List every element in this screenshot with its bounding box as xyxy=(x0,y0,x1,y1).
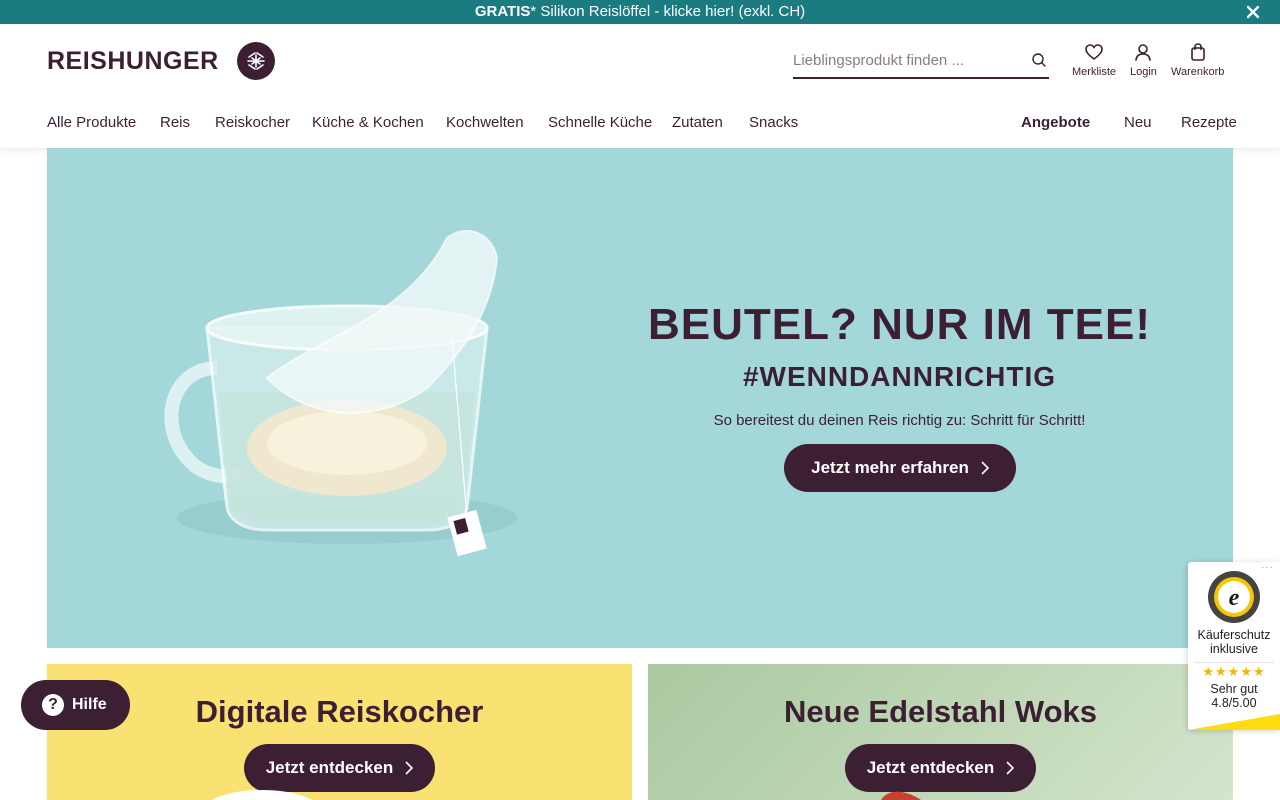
nav-item-recipes[interactable]: Rezepte xyxy=(1181,114,1237,131)
nav-item-cooking-worlds[interactable]: Kochwelten xyxy=(446,114,524,131)
nav-item-ingredients[interactable]: Zutaten xyxy=(672,114,723,131)
trusted-shops-badge[interactable]: ··· e Käuferschutz inklusive ★★★★★ Sehr … xyxy=(1188,562,1280,730)
svg-text:e: e xyxy=(1229,585,1240,611)
hero-subtitle: So bereitest du deinen Reis richtig zu: … xyxy=(713,412,1086,429)
help-label: Hilfe xyxy=(72,696,107,713)
discover-button[interactable]: Jetzt entdecken xyxy=(845,744,1036,792)
cart-button[interactable]: Warenkorb xyxy=(1171,42,1224,78)
nav-item-kitchen-cooking[interactable]: Küche & Kochen xyxy=(312,114,424,131)
chevron-right-icon xyxy=(405,761,414,775)
nav-item-snacks[interactable]: Snacks xyxy=(749,114,798,131)
hero-hashtag: #WENNDANNRICHTIG xyxy=(742,361,1057,392)
user-icon xyxy=(1135,44,1152,61)
more-options-icon[interactable]: ··· xyxy=(1261,562,1274,573)
wishlist-button[interactable]: Merkliste xyxy=(1072,42,1116,78)
card-title: Neue Edelstahl Woks xyxy=(784,694,1097,729)
hero-banner[interactable]: BEUTEL? NUR IM TEE! #WENNDANNRICHTIG So … xyxy=(47,148,1233,648)
nav-item-all-products[interactable]: Alle Produkte xyxy=(47,114,136,131)
login-label: Login xyxy=(1130,66,1157,78)
card-title: Digitale Reiskocher xyxy=(195,694,484,729)
discover-label: Jetzt entdecken xyxy=(866,758,995,777)
logo-text: REISHUNGER xyxy=(47,46,219,75)
promo-card-woks[interactable]: Neue Edelstahl Woks Jetzt entdecken xyxy=(648,664,1233,800)
glass-cup-rice-bag-image xyxy=(164,229,517,557)
nav-item-new[interactable]: Neu xyxy=(1124,114,1152,131)
login-button[interactable]: Login xyxy=(1130,42,1157,78)
rating-score: 4.8/5.00 xyxy=(1211,696,1257,710)
learn-more-button[interactable]: Jetzt mehr erfahren xyxy=(784,444,1016,492)
cart-label: Warenkorb xyxy=(1171,66,1225,78)
learn-more-label: Jetzt mehr erfahren xyxy=(811,458,969,477)
nav-item-offers[interactable]: Angebote xyxy=(1021,114,1090,131)
rating-grade: Sehr gut xyxy=(1210,682,1258,696)
logo-badge-icon xyxy=(236,42,275,80)
heart-icon xyxy=(1085,44,1103,60)
hero-title: BEUTEL? NUR IM TEE! xyxy=(648,300,1151,349)
brand-logo[interactable]: REISHUNGER xyxy=(47,42,275,80)
buyer-protection-line1: Käuferschutz xyxy=(1197,628,1271,642)
chili-image xyxy=(881,791,921,800)
star-rating-icon: ★★★★★ xyxy=(1202,664,1266,679)
search-bar xyxy=(793,44,1049,79)
question-icon: ? xyxy=(42,694,64,716)
search-input[interactable] xyxy=(793,52,1013,69)
rice-cooker-image xyxy=(211,790,313,800)
chevron-right-icon xyxy=(1006,761,1015,775)
trusted-shops-seal-icon: e xyxy=(1208,571,1260,623)
discover-label: Jetzt entdecken xyxy=(265,758,394,777)
nav-item-rice[interactable]: Reis xyxy=(160,114,190,131)
divider xyxy=(1194,662,1274,663)
search-icon[interactable] xyxy=(1031,52,1047,68)
promo-bold: GRATIS xyxy=(474,3,531,20)
promo-text: * Silikon Reislöffel - klicke hier! (exk… xyxy=(530,3,806,20)
promo-card-rice-cookers[interactable]: Digitale Reiskocher Jetzt entdecken xyxy=(47,664,632,800)
main-navigation: Alle Produkte Reis Reiskocher Küche & Ko… xyxy=(0,100,1280,148)
close-icon[interactable] xyxy=(1244,3,1262,21)
promo-bar[interactable]: GRATIS* Silikon Reislöffel - klicke hier… xyxy=(0,0,1280,24)
bag-icon xyxy=(1190,43,1205,61)
wishlist-label: Merkliste xyxy=(1072,66,1117,78)
nav-item-quick-kitchen[interactable]: Schnelle Küche xyxy=(548,114,652,131)
chevron-right-icon xyxy=(981,461,989,475)
ribbon-corner xyxy=(1188,714,1280,730)
buyer-protection-line2: inklusive xyxy=(1210,642,1258,656)
nav-item-rice-cooker[interactable]: Reiskocher xyxy=(215,114,290,131)
buyer-protection-label: Käuferschutz inklusive xyxy=(1188,628,1280,656)
help-button[interactable]: ? Hilfe xyxy=(21,680,130,730)
